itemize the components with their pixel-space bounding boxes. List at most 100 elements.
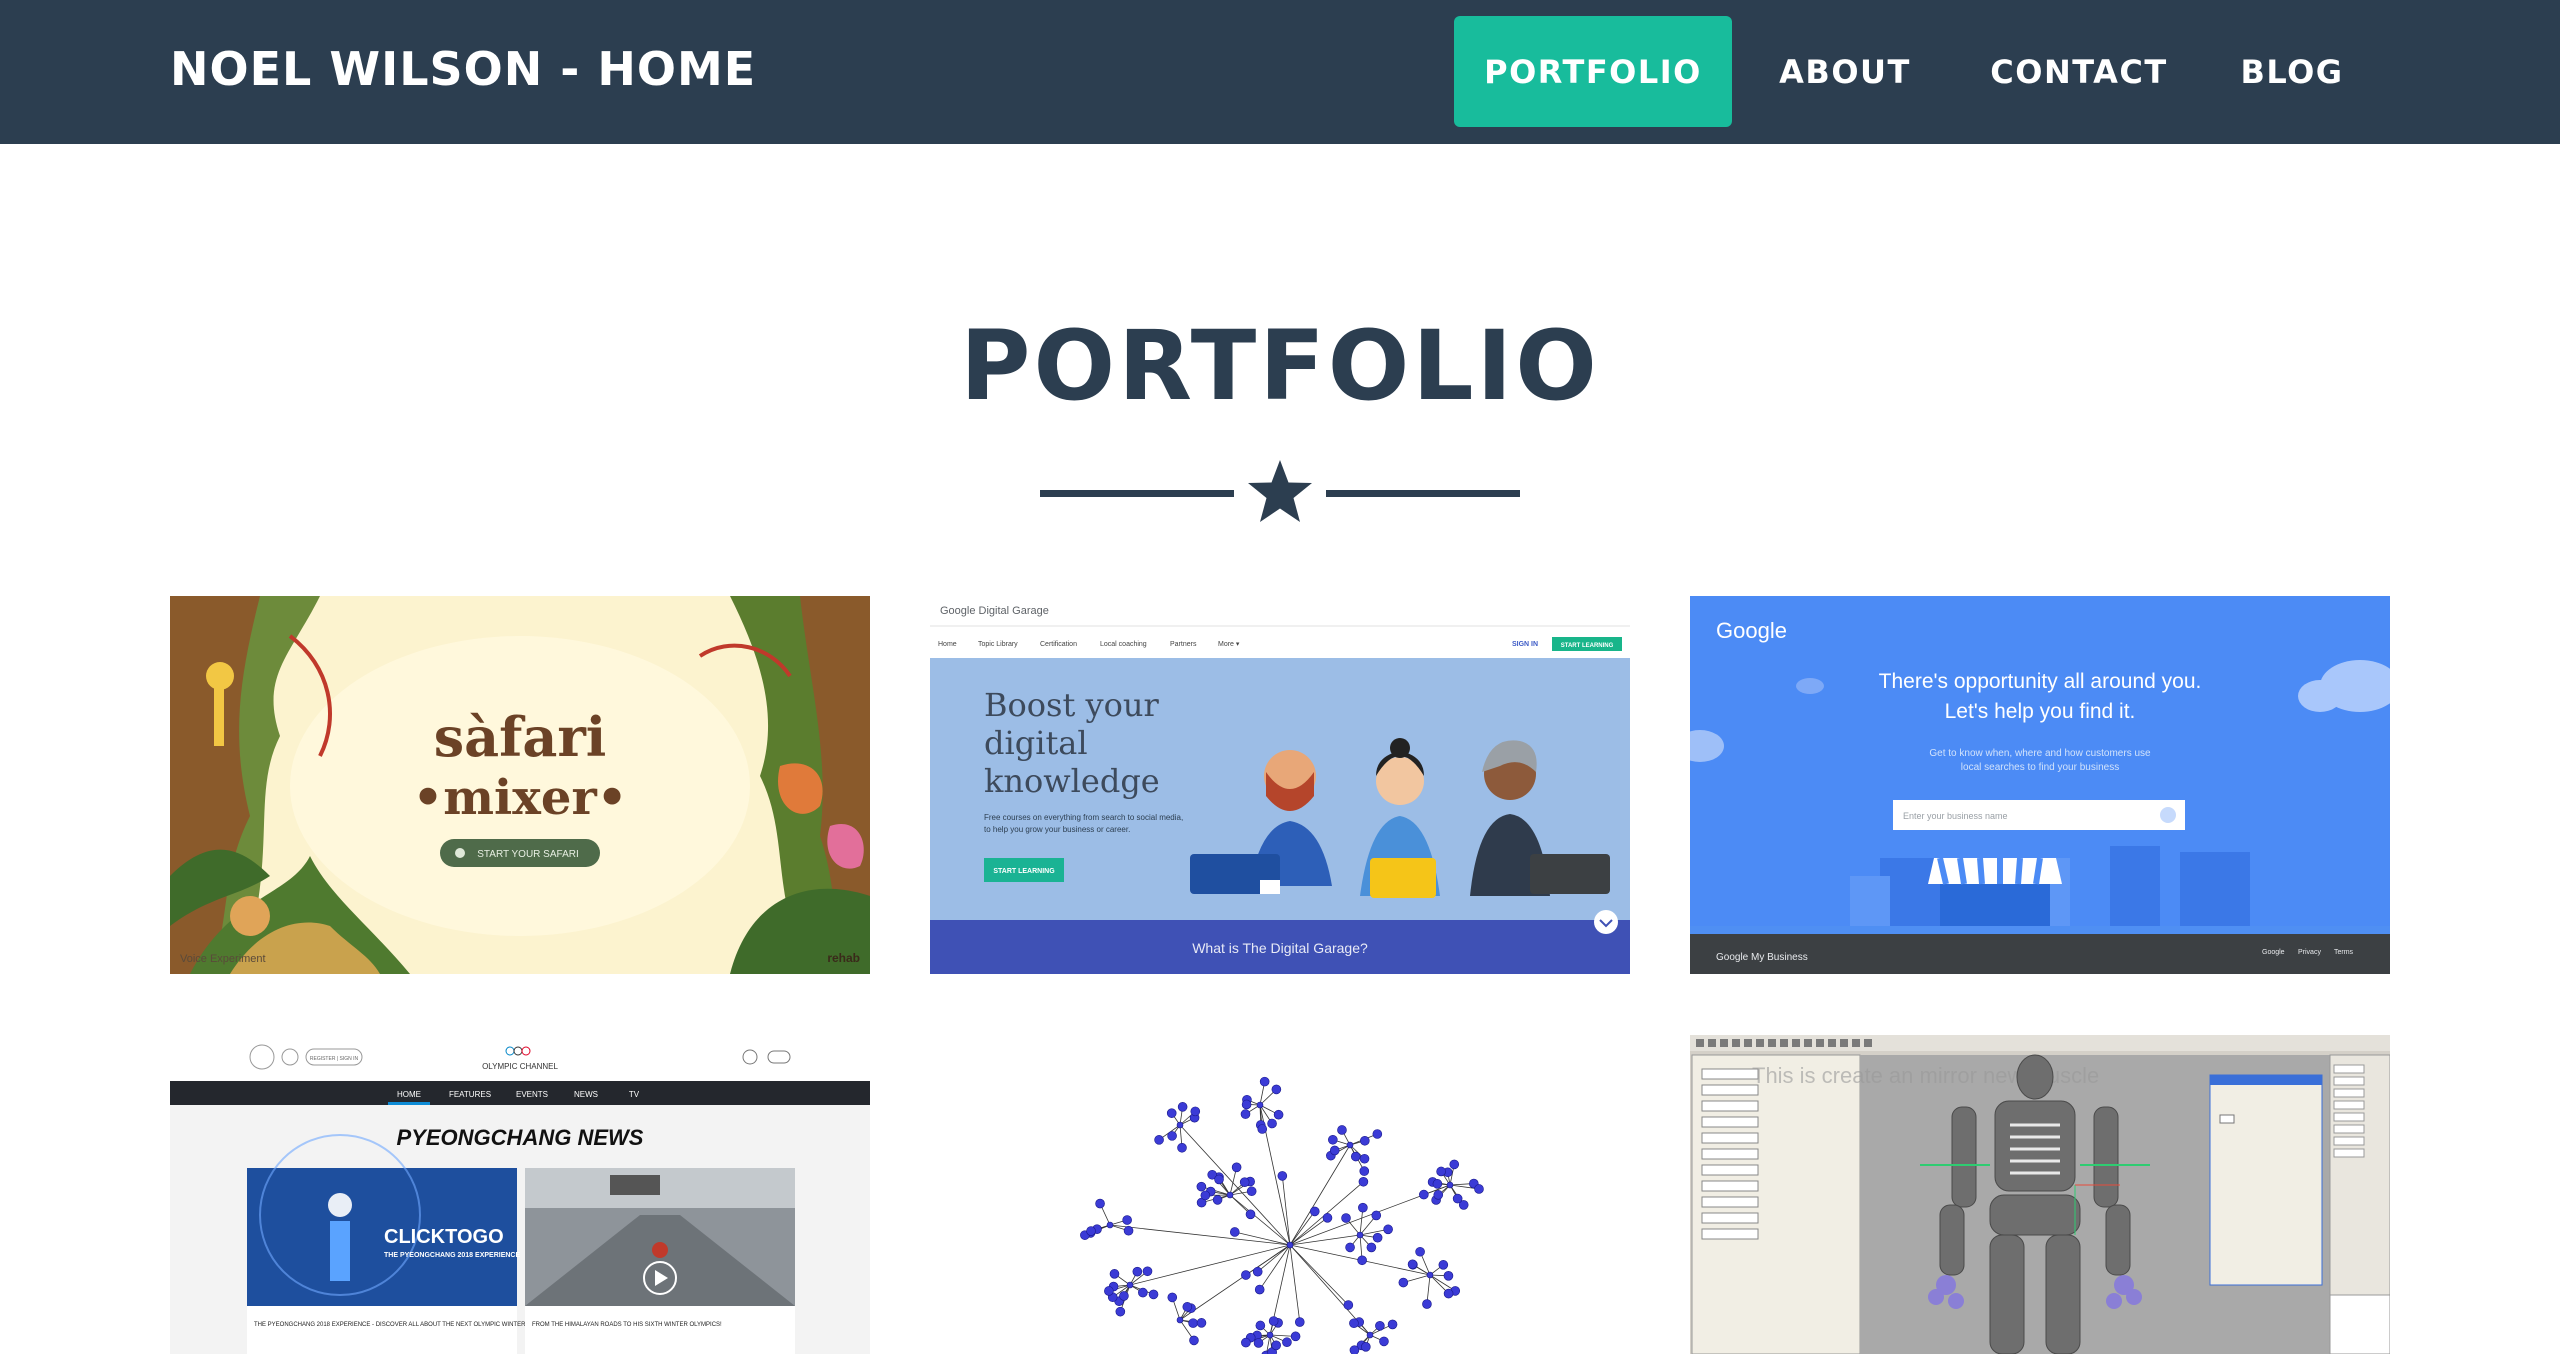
portfolio-item-safari-mixer[interactable]: sàfari •mixer• START YOUR SAFARI Voice E… [170,596,870,974]
graph-node [1142,1266,1153,1277]
graph-node [1446,1181,1454,1189]
garage-sub-2: to help you grow your business or career… [984,825,1130,834]
gmb-search-placeholder: Enter your business name [1903,811,2008,821]
olympic-channel-thumbnail: REGISTER | SIGN IN OLYMPIC CHANNEL HOME … [170,1035,870,1354]
graph-node [1349,1318,1359,1329]
graph-node [1241,1270,1251,1280]
graph-node [1257,1124,1268,1134]
brand-home-link[interactable]: NOEL WILSON - HOME [170,42,756,96]
graph-node [1438,1260,1449,1270]
graph-node [1286,1241,1294,1249]
graph-node [1095,1198,1105,1209]
graph-node [1253,1338,1264,1348]
olympic-headline: PYEONGCHANG NEWS [397,1125,644,1150]
safari-mixer-thumbnail: sàfari •mixer• START YOUR SAFARI Voice E… [170,596,870,974]
graph-node [1359,1166,1370,1176]
garage-nav-local: Local coaching [1100,641,1147,648]
safari-title-line1: sàfari [434,705,607,769]
graph-node [1371,1210,1382,1221]
graph-node [1109,1269,1120,1279]
nav-portfolio[interactable]: PORTFOLIO [1454,16,1732,127]
graph-node [1398,1277,1409,1288]
star-divider [1040,458,1520,530]
graph-node [1200,1190,1211,1201]
graph-node [1132,1266,1143,1277]
portfolio-item-my-business[interactable]: Google There's opportunity all around yo… [1690,596,2390,974]
graph-node [1190,1106,1201,1117]
skeleton-rig-thumbnail: This is create an mirror new muscle [1690,1035,2390,1354]
nav-about[interactable]: ABOUT [1732,16,1958,127]
graph-node [1231,1162,1242,1173]
graph-node [1322,1213,1333,1223]
divider-line-right [1326,490,1520,497]
graph-node [1267,1118,1277,1129]
graph-node [1196,1181,1207,1192]
graph-node [1229,1227,1240,1237]
graph-node [1266,1331,1274,1339]
graph-node [1196,1318,1207,1328]
nav-blog[interactable]: BLOG [2200,16,2384,127]
nav-contact[interactable]: CONTACT [1958,16,2200,127]
graph-node [1379,1336,1389,1347]
graph-node [1415,1246,1425,1257]
graph-node [1148,1289,1159,1300]
garage-nav-home: Home [938,641,957,648]
garage-headline-3: knowledge [984,762,1160,800]
graph-node [1239,1177,1250,1188]
graph-node [1277,1171,1288,1181]
graph-node [1343,1300,1354,1310]
graph-node [1166,1108,1177,1118]
garage-signin: SIGN IN [1512,641,1538,648]
navbar: NOEL WILSON - HOME PORTFOLIO ABOUT CONTA… [0,0,2560,144]
portfolio-heading: PORTFOLIO [960,310,1600,422]
graph-node [1443,1288,1454,1299]
graph-node [1122,1215,1132,1225]
gmb-sub-1: Get to know when, where and how customer… [1929,748,2151,759]
graph-node [1329,1145,1340,1156]
gmb-logo: Google [1716,618,1787,643]
graph-node [1188,1318,1198,1328]
garage-headline-1: Boost your [984,686,1159,724]
graph-node [1359,1153,1370,1164]
graph-node [1449,1159,1460,1170]
graph-node [1345,1242,1355,1253]
olympic-nav-events: EVENTS [516,1090,548,1099]
graph-node [1245,1209,1256,1220]
graph-node [1349,1345,1360,1354]
graph-node [1123,1225,1134,1236]
graph-node [1361,1342,1371,1352]
graph-node [1294,1317,1305,1327]
graph-node [1268,1316,1279,1326]
gmb-sub-2: local searches to find your business [1961,762,2119,773]
graph-node [1433,1190,1444,1200]
graph-node [1115,1306,1126,1317]
graph-node [1419,1189,1429,1200]
graph-node [1452,1193,1463,1204]
graph-node [1383,1224,1393,1235]
graph-node [1177,1102,1188,1112]
graph-node [1167,1292,1178,1303]
olympic-nav-news: NEWS [574,1090,598,1099]
gmb-footer-brand: Google My Business [1716,952,1808,963]
star-icon [1248,460,1312,522]
graph-node [1366,1242,1377,1253]
graph-node [1426,1271,1434,1279]
graph-node [1273,1109,1284,1120]
graph-node [1366,1331,1374,1339]
portfolio-item-digital-garage[interactable]: Google Digital Garage Home Topic Library… [930,596,1630,974]
graph-node [1432,1179,1443,1189]
divider-line-left [1040,490,1234,497]
olympic-nav-home: HOME [397,1090,421,1099]
graph-node [1241,1099,1252,1110]
graph-node [1176,1316,1184,1324]
graph-node [1282,1337,1292,1348]
graph-node [1241,1337,1251,1348]
garage-logo: Google Digital Garage [940,605,1049,617]
olympic-register: REGISTER | SIGN IN [310,1056,359,1062]
graph-node [1443,1271,1454,1281]
portfolio-item-skeleton-rig[interactable]: This is create an mirror new muscle [1690,1035,2390,1354]
graph-node [1350,1151,1361,1162]
digital-garage-thumbnail: Google Digital Garage Home Topic Library… [930,596,1630,974]
portfolio-item-network-graph[interactable] [930,1035,1630,1354]
portfolio-item-olympic-channel[interactable]: REGISTER | SIGN IN OLYMPIC CHANNEL HOME … [170,1035,870,1354]
